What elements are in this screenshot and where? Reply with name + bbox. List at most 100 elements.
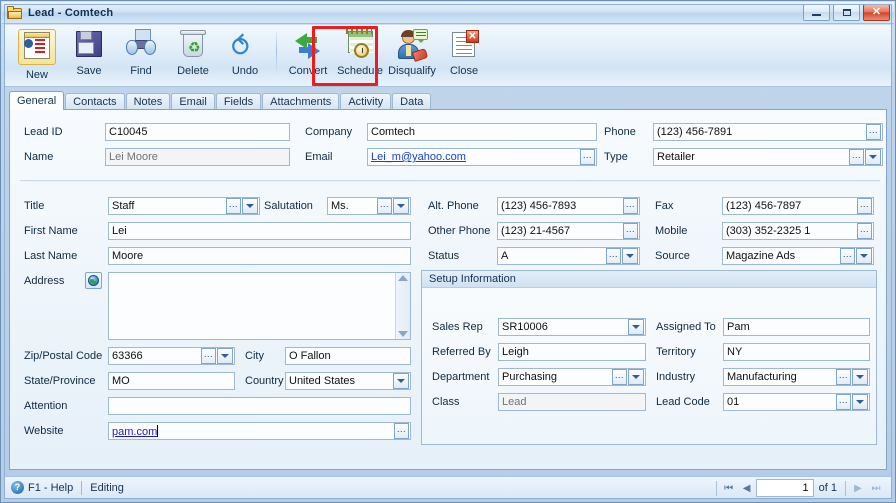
- tab-general[interactable]: General: [9, 91, 65, 110]
- title-dropdown-button[interactable]: [242, 198, 258, 214]
- maximize-button[interactable]: [833, 4, 860, 21]
- tab-email[interactable]: Email: [171, 93, 215, 110]
- last-record-button[interactable]: ⏭: [867, 479, 885, 497]
- industry-lookup-button[interactable]: ⋯: [836, 369, 851, 385]
- toolbar-button-schedule[interactable]: Schedule: [334, 25, 386, 85]
- name-input[interactable]: Lei Moore: [105, 148, 290, 166]
- city-input[interactable]: O Fallon: [285, 347, 411, 365]
- help-hint[interactable]: ? F1 - Help: [5, 481, 73, 494]
- address-map-button[interactable]: [85, 272, 102, 289]
- fax-input[interactable]: (123) 456-7897 ⋯: [722, 197, 874, 215]
- tab-contacts[interactable]: Contacts: [65, 93, 125, 110]
- toolbar-button-find[interactable]: Find: [115, 25, 167, 85]
- text-caret: [157, 424, 159, 437]
- sales-rep-input[interactable]: SR10006: [498, 318, 646, 336]
- label-country: Country: [245, 375, 284, 387]
- scroll-down-icon[interactable]: [398, 331, 408, 337]
- tab-fields[interactable]: Fields: [215, 93, 262, 110]
- source-lookup-button[interactable]: ⋯: [840, 248, 855, 264]
- industry-input[interactable]: Manufacturing ⋯: [723, 368, 870, 386]
- class-input[interactable]: Lead: [498, 393, 646, 411]
- website-input[interactable]: pam.com ⋯: [108, 422, 411, 440]
- tab-data[interactable]: Data: [392, 93, 432, 110]
- other-phone-input[interactable]: (123) 21-4567 ⋯: [497, 222, 640, 240]
- salutation-dropdown-button[interactable]: [393, 198, 409, 214]
- department-dropdown-button[interactable]: [628, 369, 644, 385]
- type-input[interactable]: Retailer ⋯: [653, 148, 883, 166]
- close-window-button[interactable]: ✕: [863, 4, 890, 21]
- chevron-down-icon: [856, 375, 864, 379]
- toolbar-label-close: Close: [449, 65, 479, 77]
- status-input[interactable]: A ⋯: [497, 247, 640, 265]
- state-input[interactable]: MO: [108, 372, 235, 390]
- type-lookup-button[interactable]: ⋯: [849, 149, 864, 165]
- toolbar-button-save[interactable]: Save: [63, 25, 115, 85]
- zip-lookup-button[interactable]: ⋯: [201, 348, 216, 364]
- alt-phone-lookup-button[interactable]: ⋯: [623, 198, 638, 214]
- referred-by-input[interactable]: Leigh: [498, 343, 646, 361]
- territory-input[interactable]: NY: [723, 343, 870, 361]
- website-value[interactable]: pam.com: [112, 426, 157, 438]
- toolbar-button-delete[interactable]: ♻ Delete: [167, 25, 219, 85]
- email-lookup-button[interactable]: ⋯: [580, 149, 595, 165]
- status-lookup-button[interactable]: ⋯: [606, 248, 621, 264]
- industry-dropdown-button[interactable]: [852, 369, 868, 385]
- state-value: MO: [112, 375, 130, 387]
- alt-phone-input[interactable]: (123) 456-7893 ⋯: [497, 197, 640, 215]
- toolbar-button-disqualify[interactable]: Disqualify: [386, 25, 438, 85]
- sales-rep-dropdown-button[interactable]: [628, 319, 644, 335]
- last-name-input[interactable]: Moore: [108, 247, 411, 265]
- tab-attachments[interactable]: Attachments: [262, 93, 340, 110]
- label-state: State/Province: [24, 375, 96, 387]
- email-input[interactable]: Lei_m@yahoo.com ⋯: [367, 148, 597, 166]
- type-dropdown-button[interactable]: [865, 149, 881, 165]
- zip-input[interactable]: 63366 ⋯: [108, 347, 235, 365]
- lead-id-input[interactable]: C10045: [105, 123, 290, 141]
- page-number-input[interactable]: 1: [755, 479, 814, 497]
- assigned-to-input[interactable]: Pam: [723, 318, 870, 336]
- mobile-input[interactable]: (303) 352-2325 1 ⋯: [722, 222, 874, 240]
- address-textarea-body[interactable]: [109, 273, 395, 339]
- title-input[interactable]: Staff ⋯: [108, 197, 260, 215]
- toolbar-button-close[interactable]: ✕ Close: [438, 25, 490, 85]
- mobile-lookup-button[interactable]: ⋯: [857, 223, 872, 239]
- tab-activity[interactable]: Activity: [340, 93, 392, 110]
- phone-lookup-button[interactable]: ⋯: [866, 124, 881, 140]
- title-bar: Lead - Comtech ✕: [2, 2, 894, 24]
- toolbar-button-convert[interactable]: Convert: [282, 25, 334, 85]
- email-value[interactable]: Lei_m@yahoo.com: [371, 151, 580, 163]
- toolbar-button-undo[interactable]: ⥁ Undo: [219, 25, 271, 85]
- lead-code-lookup-button[interactable]: ⋯: [836, 394, 851, 410]
- next-record-button[interactable]: ▶: [849, 479, 867, 497]
- status-dropdown-button[interactable]: [622, 248, 638, 264]
- first-name-input[interactable]: Lei: [108, 222, 411, 240]
- country-input[interactable]: United States: [285, 372, 411, 390]
- source-input[interactable]: Magazine Ads ⋯: [722, 247, 874, 265]
- fax-lookup-button[interactable]: ⋯: [857, 198, 872, 214]
- address-scrollbar[interactable]: [395, 273, 410, 339]
- lead-code-dropdown-button[interactable]: [852, 394, 868, 410]
- department-lookup-button[interactable]: ⋯: [612, 369, 627, 385]
- salutation-input[interactable]: Ms. ⋯: [327, 197, 411, 215]
- tab-notes[interactable]: Notes: [125, 93, 171, 110]
- department-input[interactable]: Purchasing ⋯: [498, 368, 646, 386]
- website-lookup-button[interactable]: ⋯: [394, 423, 409, 439]
- zip-dropdown-button[interactable]: [217, 348, 233, 364]
- country-dropdown-button[interactable]: [393, 373, 409, 389]
- attention-input[interactable]: [108, 397, 411, 415]
- first-record-button[interactable]: ⏮: [720, 479, 738, 497]
- company-input[interactable]: Comtech: [367, 123, 597, 141]
- scroll-up-icon[interactable]: [398, 275, 408, 281]
- other-phone-lookup-button[interactable]: ⋯: [623, 223, 638, 239]
- city-value: O Fallon: [289, 350, 331, 362]
- toolbar-button-new[interactable]: New: [11, 25, 63, 85]
- phone-input[interactable]: (123) 456-7891 ⋯: [653, 123, 883, 141]
- previous-record-button[interactable]: ◀: [738, 479, 756, 497]
- salutation-lookup-button[interactable]: ⋯: [377, 198, 392, 214]
- minimize-button[interactable]: [803, 4, 830, 21]
- address-textarea[interactable]: [108, 272, 411, 340]
- calendar-clock-icon: [344, 29, 376, 61]
- title-lookup-button[interactable]: ⋯: [226, 198, 241, 214]
- source-dropdown-button[interactable]: [856, 248, 872, 264]
- lead-code-input[interactable]: 01 ⋯: [723, 393, 870, 411]
